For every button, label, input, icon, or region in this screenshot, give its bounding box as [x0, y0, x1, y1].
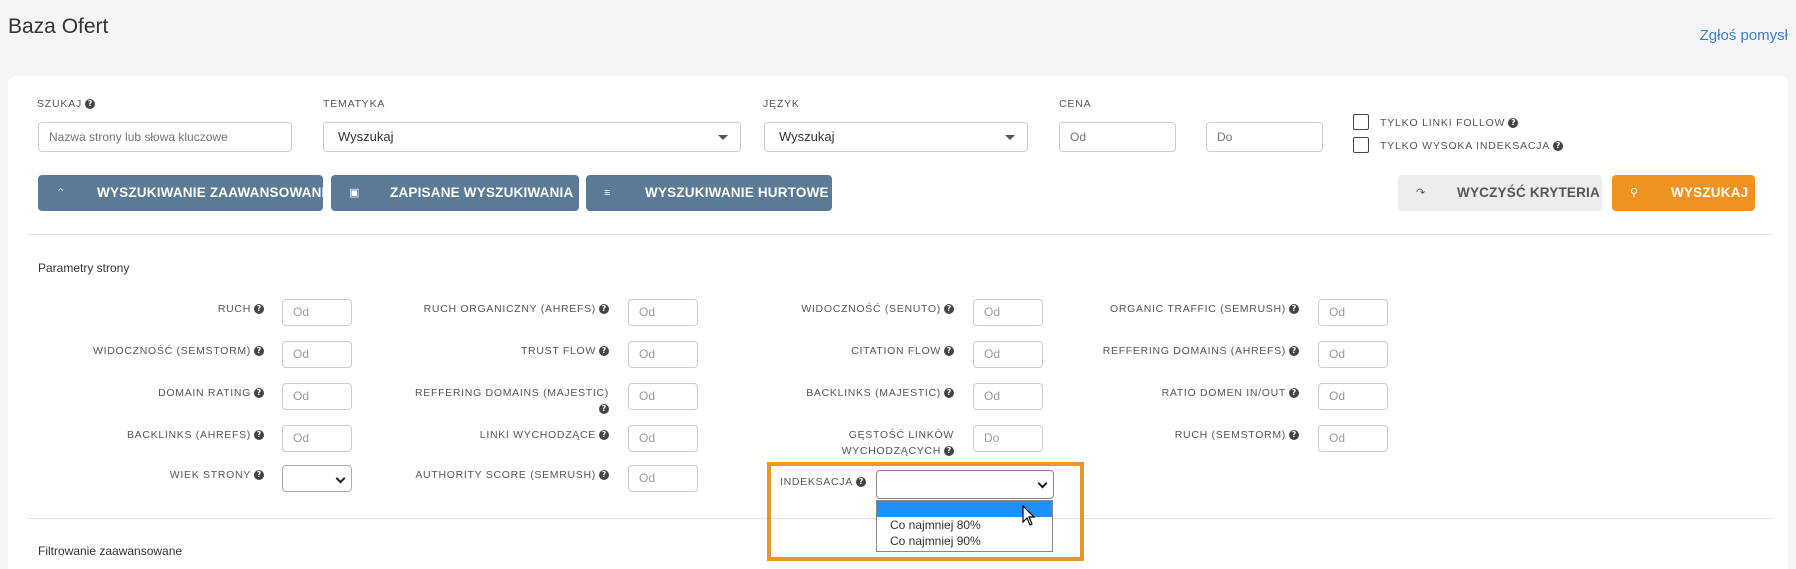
language-select-value: Wyszukaj — [779, 129, 835, 144]
help-icon[interactable]: ? — [1289, 430, 1299, 441]
redo-icon: ↷ — [1416, 187, 1426, 199]
param-input[interactable]: Od — [1318, 299, 1388, 326]
indexation-select[interactable] — [876, 470, 1054, 499]
param-input[interactable]: Od — [628, 341, 698, 368]
saved-searches-button[interactable]: ▣ ZAPISANE WYSZUKIWANIA — [331, 175, 579, 211]
list-icon: ≡ — [604, 187, 611, 199]
param-input[interactable]: Od — [1318, 425, 1388, 452]
param-label: BACKLINKS (AHREFS)? — [24, 427, 264, 443]
help-icon[interactable]: ? — [254, 430, 264, 441]
chevron-down-icon — [1037, 478, 1048, 489]
param-label: LINKI WYCHODZĄCE? — [369, 427, 609, 443]
language-label: JĘZYK — [763, 98, 800, 110]
help-icon[interactable]: ? — [1289, 388, 1299, 399]
help-icon[interactable]: ? — [599, 470, 609, 481]
chevron-down-icon — [335, 473, 346, 484]
help-icon[interactable]: ? — [944, 446, 954, 457]
param-label: RUCH (SEMSTORM)? — [1059, 427, 1299, 443]
help-icon[interactable]: ? — [944, 388, 954, 399]
caret-down-icon — [1005, 135, 1015, 140]
topic-label: TEMATYKA — [323, 98, 386, 110]
param-label: BACKLINKS (MAJESTIC)? — [714, 385, 954, 401]
advanced-search-button[interactable]: ⌃ WYSZUKIWANIE ZAAWANSOWANE — [38, 175, 331, 211]
param-input[interactable]: Od — [628, 383, 698, 410]
price-label: CENA — [1059, 98, 1092, 110]
help-icon[interactable]: ? — [944, 346, 954, 357]
param-input[interactable]: Do — [973, 425, 1043, 452]
topic-select-value: Wyszukaj — [338, 129, 394, 144]
param-label: ORGANIC TRAFFIC (SEMRUSH)? — [1059, 301, 1299, 317]
dropdown-option[interactable]: Co najmniej 90% — [877, 533, 1052, 549]
help-icon[interactable]: ? — [1289, 346, 1299, 357]
param-input[interactable]: Od — [282, 425, 352, 452]
param-label: WIDOCZNOŚĆ (SEMSTORM)? — [24, 343, 264, 359]
param-label: REFFERING DOMAINS (MAJESTIC)? — [414, 387, 609, 415]
param-input[interactable]: Od — [628, 465, 698, 492]
help-icon[interactable]: ? — [599, 304, 609, 315]
advanced-filtering-title: Filtrowanie zaawansowane — [38, 544, 183, 558]
help-icon[interactable]: ? — [254, 470, 264, 481]
param-label: AUTHORITY SCORE (SEMRUSH)? — [369, 467, 609, 483]
help-icon[interactable]: ? — [1508, 118, 1519, 129]
chevron-up-icon: ⌃ — [56, 187, 66, 199]
caret-down-icon — [718, 135, 728, 140]
help-icon[interactable]: ? — [599, 430, 609, 441]
param-input[interactable]: Od — [628, 425, 698, 452]
param-label: RUCH? — [24, 301, 264, 317]
topic-select[interactable]: Wyszukaj — [323, 122, 741, 152]
mouse-cursor-icon — [1022, 505, 1036, 526]
param-input[interactable]: Od — [973, 383, 1043, 410]
language-select[interactable]: Wyszukaj — [764, 122, 1028, 152]
param-label: RATIO DOMEN IN/OUT? — [1059, 385, 1299, 401]
report-idea-link[interactable]: Zgłoś pomysł — [1700, 27, 1788, 44]
help-icon[interactable]: ? — [85, 99, 96, 110]
help-icon[interactable]: ? — [1553, 141, 1564, 152]
follow-only-label: TYLKO LINKI FOLLOW? — [1380, 117, 1519, 129]
param-label: GĘSTOŚĆ LINKÓW WYCHODZĄCYCH? — [841, 429, 954, 457]
param-input[interactable]: Od — [282, 341, 352, 368]
clear-criteria-button[interactable]: ↷ WYCZYŚĆ KRYTERIA — [1398, 175, 1602, 211]
high-index-checkbox[interactable] — [1353, 137, 1369, 153]
param-label: TRUST FLOW? — [369, 343, 609, 359]
param-label: WIEK STRONY? — [24, 467, 264, 483]
search-input[interactable] — [38, 122, 292, 152]
site-age-select[interactable] — [282, 465, 352, 492]
param-input[interactable]: Od — [282, 299, 352, 326]
help-icon[interactable]: ? — [599, 346, 609, 357]
site-params-title: Parametry strony — [38, 261, 130, 275]
param-label: REFFERING DOMAINS (AHREFS)? — [1059, 343, 1299, 359]
divider — [28, 234, 1773, 235]
help-icon[interactable]: ? — [254, 304, 264, 315]
param-label: RUCH ORGANICZNY (AHREFS)? — [369, 301, 609, 317]
param-input[interactable]: Od — [628, 299, 698, 326]
param-input[interactable]: Od — [1318, 383, 1388, 410]
help-icon[interactable]: ? — [254, 388, 264, 399]
param-label: DOMAIN RATING? — [24, 385, 264, 401]
help-icon[interactable]: ? — [855, 477, 866, 488]
help-icon[interactable]: ? — [254, 346, 264, 357]
help-icon[interactable]: ? — [944, 304, 954, 315]
param-label: WIDOCZNOŚĆ (SENUTO)? — [714, 301, 954, 317]
search-label: SZUKAJ? — [37, 98, 96, 110]
high-index-label: TYLKO WYSOKA INDEKSACJA? — [1380, 140, 1564, 152]
param-input[interactable]: Od — [1318, 341, 1388, 368]
help-icon[interactable]: ? — [599, 404, 609, 415]
param-input[interactable]: Od — [973, 299, 1043, 326]
bulk-search-button[interactable]: ≡ WYSZUKIWANIE HURTOWE — [586, 175, 832, 211]
param-input[interactable]: Od — [282, 383, 352, 410]
param-label: CITATION FLOW? — [714, 343, 954, 359]
help-icon[interactable]: ? — [1289, 304, 1299, 315]
floppy-disk-icon: ▣ — [349, 187, 360, 199]
page-title: Baza Ofert — [8, 15, 109, 38]
param-input[interactable]: Od — [973, 341, 1043, 368]
magnifier-icon: ⚲ — [1630, 187, 1639, 199]
follow-only-checkbox[interactable] — [1353, 114, 1369, 130]
search-button[interactable]: ⚲ WYSZUKAJ — [1612, 175, 1755, 211]
indexation-label: INDEKSACJA? — [780, 474, 866, 490]
price-from-input[interactable] — [1059, 122, 1176, 152]
price-to-input[interactable] — [1206, 122, 1323, 152]
